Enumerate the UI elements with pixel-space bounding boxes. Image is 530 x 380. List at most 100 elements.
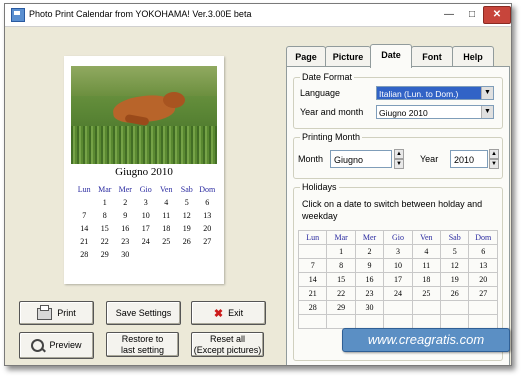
- holidays-day-cell[interactable]: 26: [440, 286, 470, 301]
- spin-down-icon[interactable]: ▼: [489, 159, 499, 169]
- holidays-day-cell[interactable]: [383, 300, 413, 315]
- reset-label-line1: Reset all: [209, 334, 245, 344]
- holidays-day-cell[interactable]: [440, 300, 470, 315]
- holidays-weekday: Mer: [354, 230, 385, 245]
- holidays-day-cell[interactable]: 15: [326, 272, 356, 287]
- holidays-day-cell[interactable]: 30: [354, 300, 385, 315]
- holidays-day-cell[interactable]: 24: [383, 286, 413, 301]
- holidays-day-cell[interactable]: 8: [326, 258, 356, 273]
- holidays-day-cell[interactable]: 29: [326, 300, 356, 315]
- holidays-day-cell[interactable]: 6: [468, 244, 498, 259]
- holidays-day-cell[interactable]: 1: [326, 244, 356, 259]
- preview-day: 11: [162, 211, 171, 220]
- holidays-day-cell[interactable]: [383, 314, 413, 329]
- month-spinner[interactable]: ▲ ▼: [394, 149, 404, 169]
- holidays-day-cell[interactable]: 11: [411, 258, 442, 273]
- holidays-day-cell[interactable]: 19: [440, 272, 470, 287]
- holidays-instruction: Click on a date to switch between holday…: [302, 199, 483, 221]
- close-window-button[interactable]: ✕: [483, 6, 511, 24]
- holidays-day-cell[interactable]: 3: [383, 244, 413, 259]
- print-button[interactable]: Print: [19, 301, 94, 325]
- holidays-day-cell[interactable]: 5: [440, 244, 470, 259]
- chevron-down-icon[interactable]: ▼: [481, 87, 493, 99]
- year-month-select[interactable]: Giugno 2010 ▼: [376, 105, 494, 119]
- holidays-day-cell[interactable]: 9: [354, 258, 385, 273]
- holidays-day-cell[interactable]: 22: [326, 286, 356, 301]
- holidays-day-cell[interactable]: 16: [354, 272, 385, 287]
- preview-button[interactable]: Preview: [19, 332, 94, 359]
- holidays-day-cell[interactable]: [468, 314, 498, 329]
- holidays-day-cell[interactable]: 21: [297, 286, 328, 301]
- preview-day: 22: [100, 237, 109, 246]
- print-label: Print: [57, 308, 76, 318]
- exit-button[interactable]: ✖ Exit: [191, 301, 266, 325]
- holidays-day-cell[interactable]: 13: [468, 258, 498, 273]
- holidays-day-cell[interactable]: [411, 314, 442, 329]
- preview-day: 12: [182, 211, 191, 220]
- year-month-value: Giugno 2010: [379, 108, 428, 118]
- year-spinner[interactable]: ▲ ▼: [489, 149, 499, 169]
- preview-weekday: Ven: [160, 185, 173, 194]
- holidays-day-cell[interactable]: 20: [468, 272, 498, 287]
- holidays-day-cell[interactable]: 18: [411, 272, 442, 287]
- holidays-day-cell[interactable]: 28: [297, 300, 328, 315]
- year-value: 2010: [454, 155, 475, 165]
- preview-day: 20: [203, 224, 212, 233]
- reset-label-line2: (Except pictures): [193, 345, 262, 355]
- holidays-day-cell[interactable]: 7: [297, 258, 328, 273]
- year-field[interactable]: 2010: [450, 150, 488, 168]
- restore-label-line2: last setting: [120, 345, 165, 355]
- holidays-day-cell[interactable]: 4: [411, 244, 442, 259]
- minimize-button[interactable]: —: [437, 6, 461, 24]
- tab-date[interactable]: Date: [370, 44, 412, 68]
- restore-button[interactable]: Restore to last setting: [106, 332, 179, 357]
- month-value: Giugno: [334, 155, 364, 165]
- holidays-weekday: Lun: [297, 230, 328, 245]
- holidays-day-cell[interactable]: [440, 314, 470, 329]
- holidays-day-cell[interactable]: [297, 244, 328, 259]
- holidays-day-cell[interactable]: [354, 314, 385, 329]
- preview-weekday: Mar: [98, 185, 112, 194]
- holidays-weekday: Ven: [411, 230, 442, 245]
- exit-label: Exit: [228, 308, 244, 318]
- app-window: Photo Print Calendar from YOKOHAMA! Ver.…: [4, 3, 512, 366]
- app-icon: [11, 8, 25, 22]
- language-value: Italian (Lun. to Dom.): [379, 89, 459, 99]
- spin-up-icon[interactable]: ▲: [489, 149, 499, 159]
- tab-page[interactable]: Page: [286, 46, 326, 67]
- maximize-button[interactable]: □: [460, 6, 484, 24]
- tab-font[interactable]: Font: [411, 46, 453, 67]
- chevron-down-icon[interactable]: ▼: [481, 106, 493, 118]
- date-format-group-label: Date Format: [300, 72, 355, 82]
- language-select[interactable]: Italian (Lun. to Dom.) ▼: [376, 86, 494, 100]
- preview-day: 18: [162, 224, 171, 233]
- reset-all-button[interactable]: Reset all (Except pictures): [191, 332, 264, 357]
- preview-day: 21: [80, 237, 89, 246]
- holidays-day-cell[interactable]: [411, 300, 442, 315]
- holidays-day-cell[interactable]: [297, 314, 328, 329]
- holidays-day-cell[interactable]: 23: [354, 286, 385, 301]
- holidays-day-cell[interactable]: 12: [440, 258, 470, 273]
- holidays-day-cell[interactable]: [326, 314, 356, 329]
- save-settings-button[interactable]: Save Settings: [106, 301, 181, 325]
- month-field[interactable]: Giugno: [330, 150, 392, 168]
- preview-day: [156, 248, 177, 261]
- holidays-day-cell[interactable]: 10: [383, 258, 413, 273]
- tab-picture[interactable]: Picture: [325, 46, 371, 67]
- holidays-day-cell[interactable]: 27: [468, 286, 498, 301]
- preview-day: 7: [82, 211, 87, 220]
- holidays-day-cell[interactable]: 17: [383, 272, 413, 287]
- holidays-weekday: Sab: [440, 230, 470, 245]
- spin-down-icon[interactable]: ▼: [394, 159, 404, 169]
- holidays-weekday: Dom: [468, 230, 498, 245]
- holidays-day-cell[interactable]: 14: [297, 272, 328, 287]
- preview-day: 25: [162, 237, 171, 246]
- preview-day: 24: [141, 237, 150, 246]
- spin-up-icon[interactable]: ▲: [394, 149, 404, 159]
- preview-panel: Giugno 2010 Lun Mar Mer Gio Ven Sab Dom …: [15, 36, 270, 288]
- tab-help[interactable]: Help: [452, 46, 494, 67]
- holidays-day-cell[interactable]: 2: [354, 244, 385, 259]
- holidays-day-cell[interactable]: [468, 300, 498, 315]
- holidays-day-cell[interactable]: 25: [411, 286, 442, 301]
- title-bar[interactable]: Photo Print Calendar from YOKOHAMA! Ver.…: [5, 4, 511, 27]
